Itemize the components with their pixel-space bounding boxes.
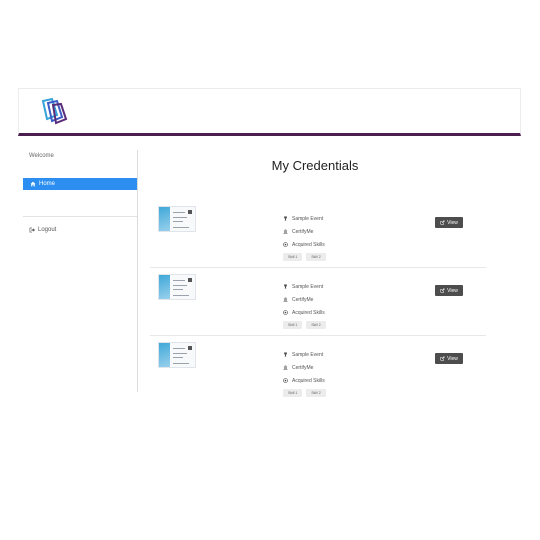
sidebar-divider [23, 216, 137, 217]
skill-tag: Skill 2 [306, 321, 326, 329]
skill-tags: Skill 1 Skill 2 [283, 253, 326, 261]
logo-icon[interactable] [39, 95, 71, 127]
certificate-line [173, 348, 185, 349]
event-name: Sample Event [292, 283, 324, 290]
event-name: Sample Event [292, 215, 324, 222]
credential-row: Sample Event CertifyMe Acquired Skills S… [150, 268, 486, 336]
view-button[interactable]: View [435, 217, 463, 228]
target-icon [283, 310, 288, 315]
skill-tag: Skill 1 [283, 253, 303, 261]
view-button-label: View [447, 219, 458, 226]
external-link-icon [440, 356, 445, 361]
certificate-badge-icon [188, 210, 192, 214]
issuer-line: CertifyMe [283, 361, 326, 374]
skills-heading-line: Acquired Skills [283, 374, 326, 387]
skill-tags: Skill 1 Skill 2 [283, 389, 326, 397]
institution-icon [283, 365, 288, 370]
certificate-stripe [159, 275, 170, 299]
certificate-line [173, 353, 187, 354]
certificate-line [173, 227, 189, 228]
view-button-label: View [447, 355, 458, 362]
view-button-label: View [447, 287, 458, 294]
top-header [18, 88, 521, 136]
certificate-line [173, 221, 183, 222]
event-line: Sample Event [283, 280, 326, 293]
skill-tag: Skill 2 [306, 389, 326, 397]
trophy-icon [284, 216, 287, 221]
home-icon [30, 181, 36, 187]
issuer-line: CertifyMe [283, 293, 326, 306]
sidebar-item-label: Logout [38, 227, 57, 233]
credential-row: Sample Event CertifyMe Acquired Skills S… [150, 336, 486, 404]
credential-row: Sample Event CertifyMe Acquired Skills S… [150, 200, 486, 268]
credential-list: Sample Event CertifyMe Acquired Skills S… [150, 200, 486, 404]
skills-heading: Acquired Skills [292, 241, 325, 248]
certificate-line [173, 295, 189, 296]
certificate-thumbnail[interactable] [158, 274, 196, 300]
certificate-line [173, 363, 189, 364]
certificate-thumbnail[interactable] [158, 342, 196, 368]
issuer-name: CertifyMe [292, 228, 314, 235]
certificate-line [173, 357, 183, 358]
skills-heading-line: Acquired Skills [283, 306, 326, 319]
institution-icon [283, 297, 288, 302]
issuer-name: CertifyMe [292, 364, 314, 371]
certificate-stripe [159, 343, 170, 367]
credential-details: Sample Event CertifyMe Acquired Skills S… [283, 348, 326, 397]
view-button[interactable]: View [435, 353, 463, 364]
skills-heading-line: Acquired Skills [283, 238, 326, 251]
certificate-line [173, 280, 185, 281]
issuer-line: CertifyMe [283, 225, 326, 238]
sidebar-item-logout[interactable]: Logout [29, 227, 56, 233]
page-title: My Credentials [271, 158, 359, 173]
skill-tags: Skill 1 Skill 2 [283, 321, 326, 329]
certificate-thumbnail[interactable] [158, 206, 196, 232]
sidebar-item-home[interactable]: Home [23, 178, 137, 190]
certificate-badge-icon [188, 278, 192, 282]
certificate-badge-icon [188, 346, 192, 350]
event-name: Sample Event [292, 351, 324, 358]
skills-heading: Acquired Skills [292, 309, 325, 316]
event-line: Sample Event [283, 212, 326, 225]
sidebar-item-label: Home [39, 181, 56, 187]
target-icon [283, 378, 288, 383]
certificate-line [173, 289, 183, 290]
credential-details: Sample Event CertifyMe Acquired Skills S… [283, 280, 326, 329]
target-icon [283, 242, 288, 247]
issuer-name: CertifyMe [292, 296, 314, 303]
certificate-line [173, 212, 185, 213]
skills-heading: Acquired Skills [292, 377, 325, 384]
logout-icon [29, 227, 35, 233]
certificate-line [173, 285, 187, 286]
external-link-icon [440, 288, 445, 293]
trophy-icon [284, 352, 287, 357]
certificate-line [173, 217, 187, 218]
credential-details: Sample Event CertifyMe Acquired Skills S… [283, 212, 326, 261]
view-button[interactable]: View [435, 285, 463, 296]
welcome-text: Welcome [29, 153, 54, 159]
certificate-stripe [159, 207, 170, 231]
event-line: Sample Event [283, 348, 326, 361]
trophy-icon [284, 284, 287, 289]
skill-tag: Skill 1 [283, 389, 303, 397]
skill-tag: Skill 2 [306, 253, 326, 261]
external-link-icon [440, 220, 445, 225]
skill-tag: Skill 1 [283, 321, 303, 329]
institution-icon [283, 229, 288, 234]
sidebar: Welcome Home Logout [18, 150, 138, 392]
